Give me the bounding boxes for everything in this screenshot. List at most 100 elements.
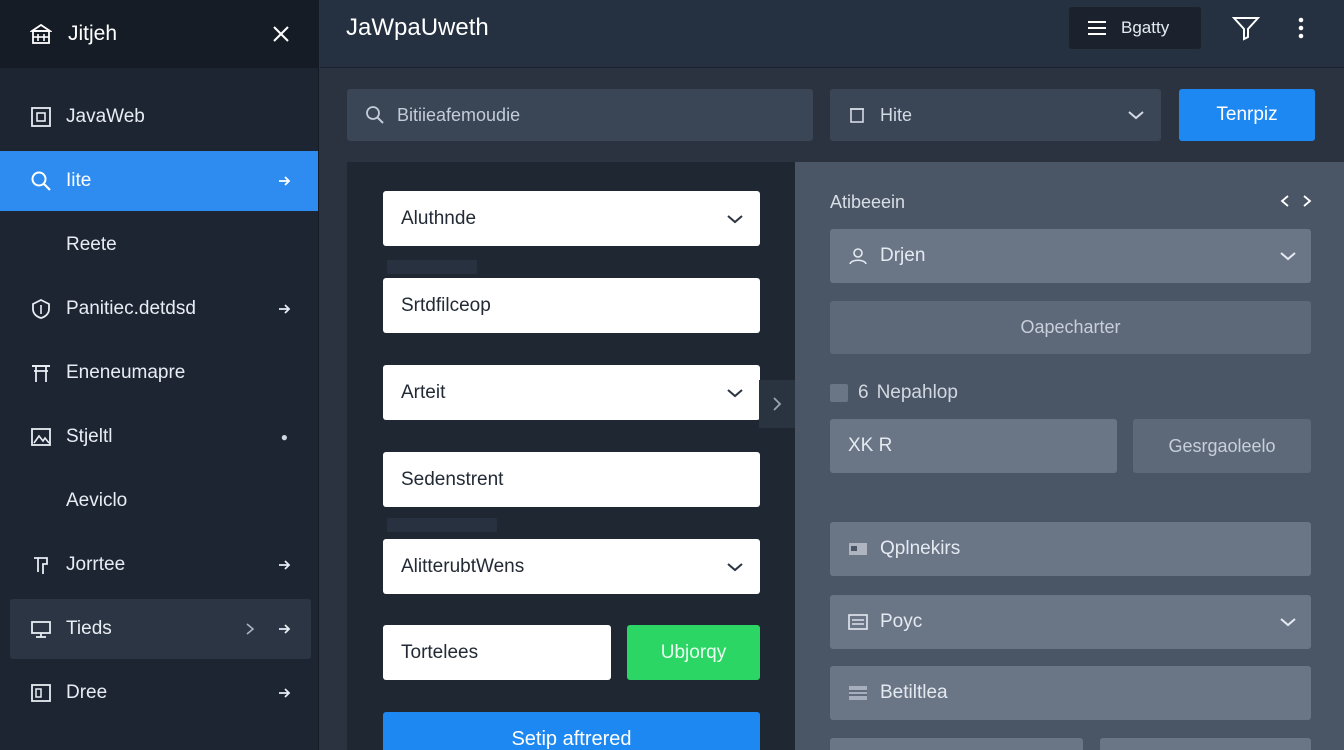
sidebar-item-eneneumapre[interactable]: Eneneumapre — [0, 343, 318, 403]
settings-field-partial[interactable] — [830, 738, 1083, 750]
search-input[interactable] — [397, 104, 777, 126]
chevron-down-icon — [727, 562, 743, 571]
card-icon — [849, 543, 867, 555]
field-label: Drjen — [880, 245, 926, 266]
collapse-panel-button[interactable] — [759, 380, 795, 428]
settings-side-button[interactable]: Gesrgaoleelo — [1133, 419, 1311, 473]
kebab-menu-icon[interactable] — [1296, 17, 1306, 39]
field-label: Arteit — [401, 381, 446, 403]
form-input-srtdfilceop[interactable]: Srtdfilceop — [383, 278, 760, 333]
chevron-down-icon — [1128, 111, 1144, 120]
settings-select-poyc[interactable]: Poyc — [830, 595, 1311, 649]
sidebar-item-dree[interactable]: Dree — [0, 663, 318, 723]
search-icon — [366, 106, 384, 124]
document-icon — [850, 108, 864, 123]
field-label: Sedenstrent — [401, 468, 504, 490]
topbar: JaWpaUweth Bgatty — [320, 0, 1344, 68]
form-panel: Aluthnde Srtdfilceop Arteit Sedenstrent … — [347, 162, 795, 750]
sidebar-subitem-reete[interactable]: Reete — [0, 215, 318, 275]
checkbox[interactable] — [830, 384, 848, 402]
sidebar-item-javaweb[interactable]: JavaWeb — [0, 87, 318, 147]
sidebar-item-label: JavaWeb — [66, 106, 145, 127]
app-title: JaWpaUweth — [346, 14, 489, 41]
sidebar-item-panitiec[interactable]: Panitiec.detdsd — [0, 279, 318, 339]
settings-select-drjen[interactable]: Drjen — [830, 229, 1311, 283]
checkbox-label: Nepahlop — [876, 382, 958, 403]
settings-title: Atibeeein — [830, 192, 906, 212]
indicator-dot-icon: ● — [280, 430, 288, 444]
field-label: Tortelees — [401, 641, 479, 663]
settings-checkbox-row[interactable]: 6 Nepahlop — [830, 382, 958, 404]
chevron-down-icon — [727, 214, 743, 223]
sidebar-item-iite[interactable]: Iite — [0, 151, 318, 211]
bracket-icon — [34, 557, 48, 574]
shield-icon — [32, 298, 50, 319]
hite-select[interactable]: Hite — [830, 89, 1161, 141]
chevron-down-icon — [727, 388, 743, 397]
submit-button[interactable]: Setip aftrered — [383, 712, 760, 750]
pager-arrows-icon[interactable] — [1278, 194, 1314, 208]
table-icon — [849, 686, 867, 700]
image-icon — [31, 428, 51, 446]
sidebar-subitem-aeviclo[interactable]: Aeviclo — [0, 471, 318, 531]
placeholder-line — [387, 518, 497, 532]
settings-action-button[interactable]: Oapecharter — [830, 301, 1311, 354]
arrow-right-icon — [279, 304, 291, 314]
field-label: Srtdfilceop — [401, 294, 491, 316]
settings-input[interactable]: XK R — [830, 419, 1117, 473]
arrow-right-icon — [279, 176, 291, 186]
secondary-green-button[interactable]: Ubjorqy — [627, 625, 760, 680]
settings-field-qplnekirs[interactable]: Qplnekirs — [830, 522, 1311, 576]
close-icon[interactable] — [270, 23, 292, 45]
arrow-right-icon — [279, 688, 291, 698]
field-label: Betiltlea — [880, 682, 948, 703]
placeholder-line — [387, 260, 477, 274]
arrow-right-icon — [279, 624, 291, 634]
settings-field-partial[interactable] — [1100, 738, 1311, 750]
filter-menu-label: Bgatty — [1121, 18, 1170, 37]
chevron-down-icon — [1280, 252, 1296, 261]
sidebar-item-stjeltl[interactable]: Stjeltl ● — [0, 407, 318, 467]
sidebar-item-label: Tieds — [66, 618, 112, 639]
settings-input-value: XK R — [848, 435, 893, 456]
chevron-right-icon — [773, 397, 782, 411]
sidebar-header: Jitjeh — [0, 0, 318, 68]
gate-icon — [32, 365, 50, 382]
checkbox-number: 6 — [858, 382, 869, 403]
sidebar-item-jorrtee[interactable]: Jorrtee — [0, 535, 318, 595]
search-icon — [31, 171, 51, 191]
app-window-icon — [31, 107, 51, 127]
sidebar-title: Jitjeh — [68, 22, 118, 45]
chevron-down-icon — [1280, 618, 1296, 627]
sidebar: Jitjeh JavaWeb Iite Reete Panitiec.detds… — [0, 0, 319, 750]
list-icon — [848, 614, 868, 630]
field-label: Qplnekirs — [880, 538, 961, 559]
hite-select-label: Hite — [880, 104, 913, 125]
settings-panel: Atibeeein Drjen Oapecharter 6 Nepahlop X… — [795, 162, 1344, 750]
sidebar-item-label: Reete — [66, 234, 117, 255]
monitor-icon — [31, 621, 51, 638]
form-select-aluthnde[interactable]: Aluthnde — [383, 191, 760, 246]
panel-icon — [31, 684, 51, 702]
sidebar-item-label: Aeviclo — [66, 490, 128, 511]
chevron-right-icon — [246, 623, 255, 635]
settings-field-betiltlea[interactable]: Betiltlea — [830, 666, 1311, 720]
building-icon — [30, 23, 52, 44]
filter-menu-button[interactable]: Bgatty — [1069, 7, 1201, 49]
hamburger-icon — [1088, 21, 1106, 35]
field-label: Aluthnde — [401, 207, 477, 229]
funnel-icon[interactable] — [1232, 15, 1260, 41]
sidebar-item-tieds[interactable]: Tieds — [10, 599, 311, 659]
form-input-tortelees[interactable]: Tortelees — [383, 625, 611, 680]
sidebar-nav: JavaWeb Iite Reete Panitiec.detdsd Enene… — [0, 87, 318, 727]
arrow-right-icon — [279, 560, 291, 570]
form-select-alitterubtwens[interactable]: AlitterubtWens — [383, 539, 760, 594]
sidebar-item-label: Eneneumapre — [66, 362, 186, 383]
search-field[interactable] — [347, 89, 813, 141]
user-icon — [849, 248, 867, 265]
primary-action-button[interactable]: Tenrpiz — [1179, 89, 1315, 141]
form-input-sedenstrent[interactable]: Sedenstrent — [383, 452, 760, 507]
field-label: AlitterubtWens — [401, 555, 525, 577]
form-select-arteit[interactable]: Arteit — [383, 365, 760, 420]
field-label: Poyc — [880, 611, 923, 632]
